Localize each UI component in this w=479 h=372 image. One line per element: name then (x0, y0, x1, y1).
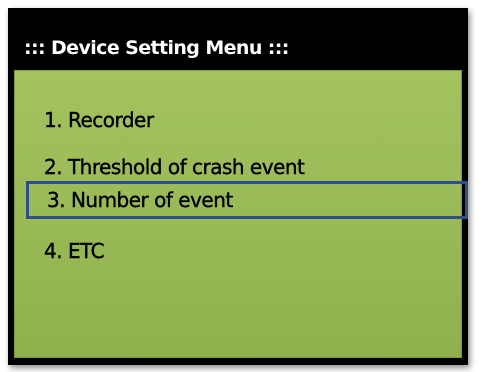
menu-item-recorder[interactable]: 1. Recorder (16, 102, 464, 138)
menu-item-label: 1. Recorder (44, 108, 154, 132)
menu-item-label: 3. Number of event (47, 188, 234, 212)
menu-title: ::: Device Setting Menu ::: (24, 37, 289, 59)
menu-item-number-of-event[interactable]: 3. Number of event (26, 181, 468, 219)
menu-item-threshold-of-crash-event[interactable]: 2. Threshold of crash event (16, 149, 464, 185)
menu-header: ::: Device Setting Menu ::: (8, 8, 468, 68)
menu-item-etc[interactable]: 4. ETC (16, 233, 464, 269)
device-setting-screen: ::: Device Setting Menu ::: 1. Recorder … (8, 8, 468, 365)
menu-item-label: 2. Threshold of crash event (44, 155, 305, 179)
menu-item-label: 4. ETC (44, 239, 105, 263)
